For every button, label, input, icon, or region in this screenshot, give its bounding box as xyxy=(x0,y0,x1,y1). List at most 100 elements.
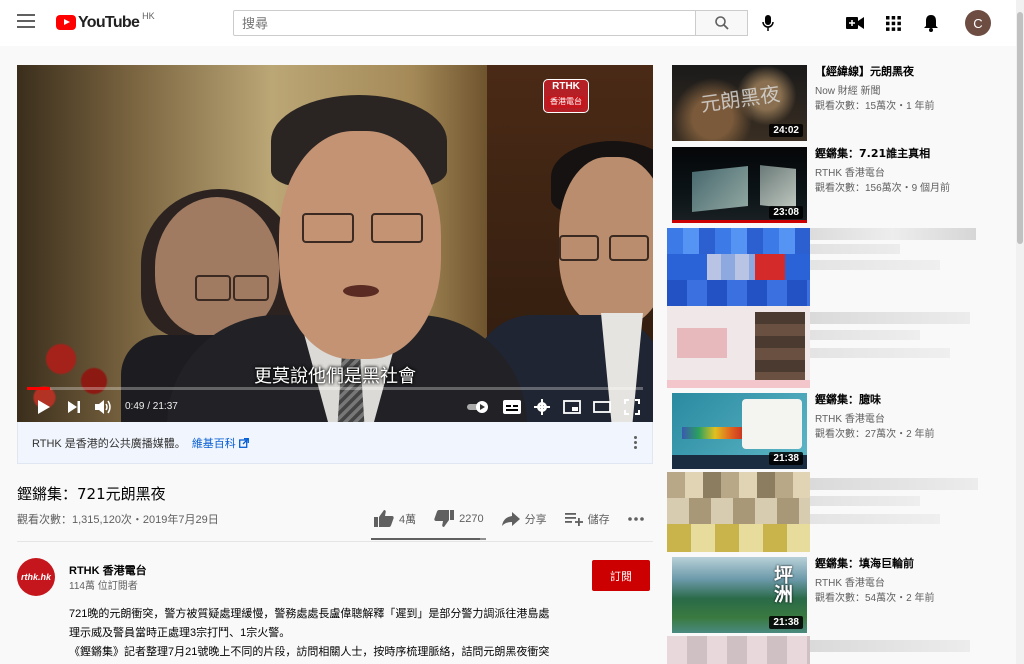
video-camera-icon xyxy=(846,17,864,29)
account-avatar[interactable]: C xyxy=(965,10,991,36)
recommended-video[interactable]: 坪洲 21:38 鏗鏘集：填海巨輪前 RTHK 香港電台 觀看次數：54萬次・2… xyxy=(672,557,1012,633)
recommended-channel: RTHK 香港電台 xyxy=(815,414,885,425)
autoplay-toggle[interactable] xyxy=(461,391,497,422)
notifications-button[interactable] xyxy=(921,13,941,33)
video-subtitle: 更莫說他們是黑社會 xyxy=(254,366,416,387)
more-actions-button[interactable] xyxy=(627,516,644,521)
recommended-meta: 觀看次數：156萬次・9 個月前 xyxy=(815,183,951,194)
share-icon xyxy=(501,511,520,526)
recommended-video[interactable]: 元朗黑夜 24:02 【經緯線】元朗黑夜 Now 財經 新聞 觀看次數：15萬次… xyxy=(672,65,1012,141)
blurred-text xyxy=(810,478,978,490)
description-line: 理示威及警員當時正處理3宗打鬥、1宗火警。 xyxy=(69,627,291,639)
autoplay-icon xyxy=(467,400,488,413)
play-icon xyxy=(38,399,50,414)
scrollbar-thumb[interactable] xyxy=(1017,12,1023,244)
info-panel: RTHK 是香港的公共廣播媒體。 維基百科 xyxy=(17,422,653,464)
like-button[interactable]: 4萬 xyxy=(374,510,416,527)
logo-region: HK xyxy=(142,11,155,21)
bell-icon xyxy=(924,15,938,32)
video-thumbnail: 坪洲 21:38 xyxy=(672,557,807,633)
top-bar: YouTube HK C xyxy=(0,0,1024,46)
more-options-icon[interactable] xyxy=(634,436,638,450)
blurred-thumbnail[interactable] xyxy=(667,306,810,388)
recommended-video[interactable]: 23:08 鏗鏘集：7.21誰主真相 RTHK 香港電台 觀看次數：156萬次・… xyxy=(672,147,1012,223)
wikipedia-link[interactable]: 維基百科 xyxy=(192,435,249,451)
volume-button[interactable] xyxy=(89,391,119,422)
channel-name[interactable]: RTHK 香港電台 xyxy=(69,562,147,578)
blurred-thumbnail[interactable] xyxy=(667,228,810,306)
next-button[interactable] xyxy=(59,391,89,422)
youtube-play-icon xyxy=(56,15,76,30)
progress-fill xyxy=(27,387,51,390)
theater-mode-button[interactable] xyxy=(587,391,617,422)
video-thumbnail: 21:38 xyxy=(672,393,807,469)
recommended-title: 鏗鏘集：7.21誰主真相 xyxy=(815,147,931,160)
dislike-button[interactable]: 2270 xyxy=(434,510,484,527)
share-button[interactable]: 分享 xyxy=(501,511,547,527)
recommended-meta: 觀看次數：15萬次・1 年前 xyxy=(815,101,935,112)
progress-bar[interactable] xyxy=(27,387,643,390)
logo-text: YouTube xyxy=(78,14,140,31)
video-metadata: 觀看次數：1,315,120次・2019年7月29日 xyxy=(17,514,219,526)
captions-button[interactable] xyxy=(497,391,527,422)
wikipedia-link-label: 維基百科 xyxy=(191,437,236,450)
video-duration: 23:08 xyxy=(769,206,803,219)
rthk-watermark: RTHK 香港電台 xyxy=(543,79,589,113)
fullscreen-icon xyxy=(624,398,640,415)
subscribe-button[interactable]: 訂閱 xyxy=(592,560,650,591)
fullscreen-button[interactable] xyxy=(617,391,647,422)
blurred-text xyxy=(810,640,970,652)
recommended-meta: 觀看次數：54萬次・2 年前 xyxy=(815,593,935,604)
apps-button[interactable] xyxy=(883,13,903,33)
blurred-text xyxy=(810,496,920,506)
voice-search-button[interactable] xyxy=(758,12,778,34)
search-input[interactable] xyxy=(233,10,696,36)
search-button[interactable] xyxy=(696,10,748,36)
recommended-title: 鏗鏘集：臆味 xyxy=(815,393,881,406)
save-label: 儲存 xyxy=(587,513,610,526)
theater-icon xyxy=(593,400,611,413)
video-duration: 24:02 xyxy=(769,124,803,137)
save-button[interactable]: 儲存 xyxy=(564,511,610,527)
recommended-video[interactable]: 21:38 鏗鏘集：臆味 RTHK 香港電台 觀看次數：27萬次・2 年前 xyxy=(672,393,1012,469)
blurred-thumbnail[interactable] xyxy=(667,472,810,552)
share-label: 分享 xyxy=(524,513,547,526)
video-player[interactable]: RTHK 香港電台 更莫說他們是黑社會 0:49 / 21:37 xyxy=(17,65,653,422)
description-line: 《鏗鏘集》記者整理7月21號晚上不同的片段，訪問相關人士，按時序梳理脈絡，詰問元… xyxy=(69,646,550,658)
search-icon xyxy=(714,16,729,30)
channel-avatar[interactable]: rthk.hk xyxy=(17,558,55,596)
thumbs-up-icon xyxy=(374,510,394,527)
blurred-text xyxy=(810,514,940,524)
blurred-text xyxy=(810,260,940,270)
badge-top-text: RTHK xyxy=(552,81,580,92)
recommended-channel: RTHK 香港電台 xyxy=(815,578,885,589)
more-horizontal-icon xyxy=(627,516,644,521)
youtube-logo[interactable]: YouTube HK xyxy=(56,11,155,33)
blurred-thumbnail[interactable] xyxy=(667,636,810,664)
menu-icon[interactable] xyxy=(17,14,35,28)
thumbs-down-icon xyxy=(434,510,455,527)
subscriber-count: 114萬 位訂閱者 xyxy=(69,581,138,592)
play-button[interactable] xyxy=(29,391,59,422)
blurred-text xyxy=(810,348,950,358)
video-actions: 4萬 2270 分享 儲存 xyxy=(374,510,662,527)
thumbnail-text: 坪洲 xyxy=(771,565,793,603)
settings-button[interactable] xyxy=(527,391,557,422)
video-thumbnail: 23:08 xyxy=(672,147,807,223)
badge-bottom-text: 香港電台 xyxy=(547,96,585,108)
thumbnail-text: 元朗黑夜 xyxy=(698,81,782,117)
blurred-text xyxy=(810,244,900,254)
blurred-text xyxy=(810,330,920,340)
next-icon xyxy=(68,400,80,413)
recommended-meta: 觀看次數：27萬次・2 年前 xyxy=(815,429,935,440)
time-display: 0:49 / 21:37 xyxy=(125,401,178,412)
blurred-text xyxy=(810,312,970,324)
miniplayer-button[interactable] xyxy=(557,391,587,422)
video-thumbnail: 元朗黑夜 24:02 xyxy=(672,65,807,141)
like-count: 4萬 xyxy=(399,513,417,526)
dislike-count: 2270 xyxy=(459,512,484,525)
create-video-button[interactable] xyxy=(845,13,865,33)
captions-icon xyxy=(503,399,521,414)
player-controls: 0:49 / 21:37 xyxy=(17,391,653,422)
video-duration: 21:38 xyxy=(769,452,803,465)
